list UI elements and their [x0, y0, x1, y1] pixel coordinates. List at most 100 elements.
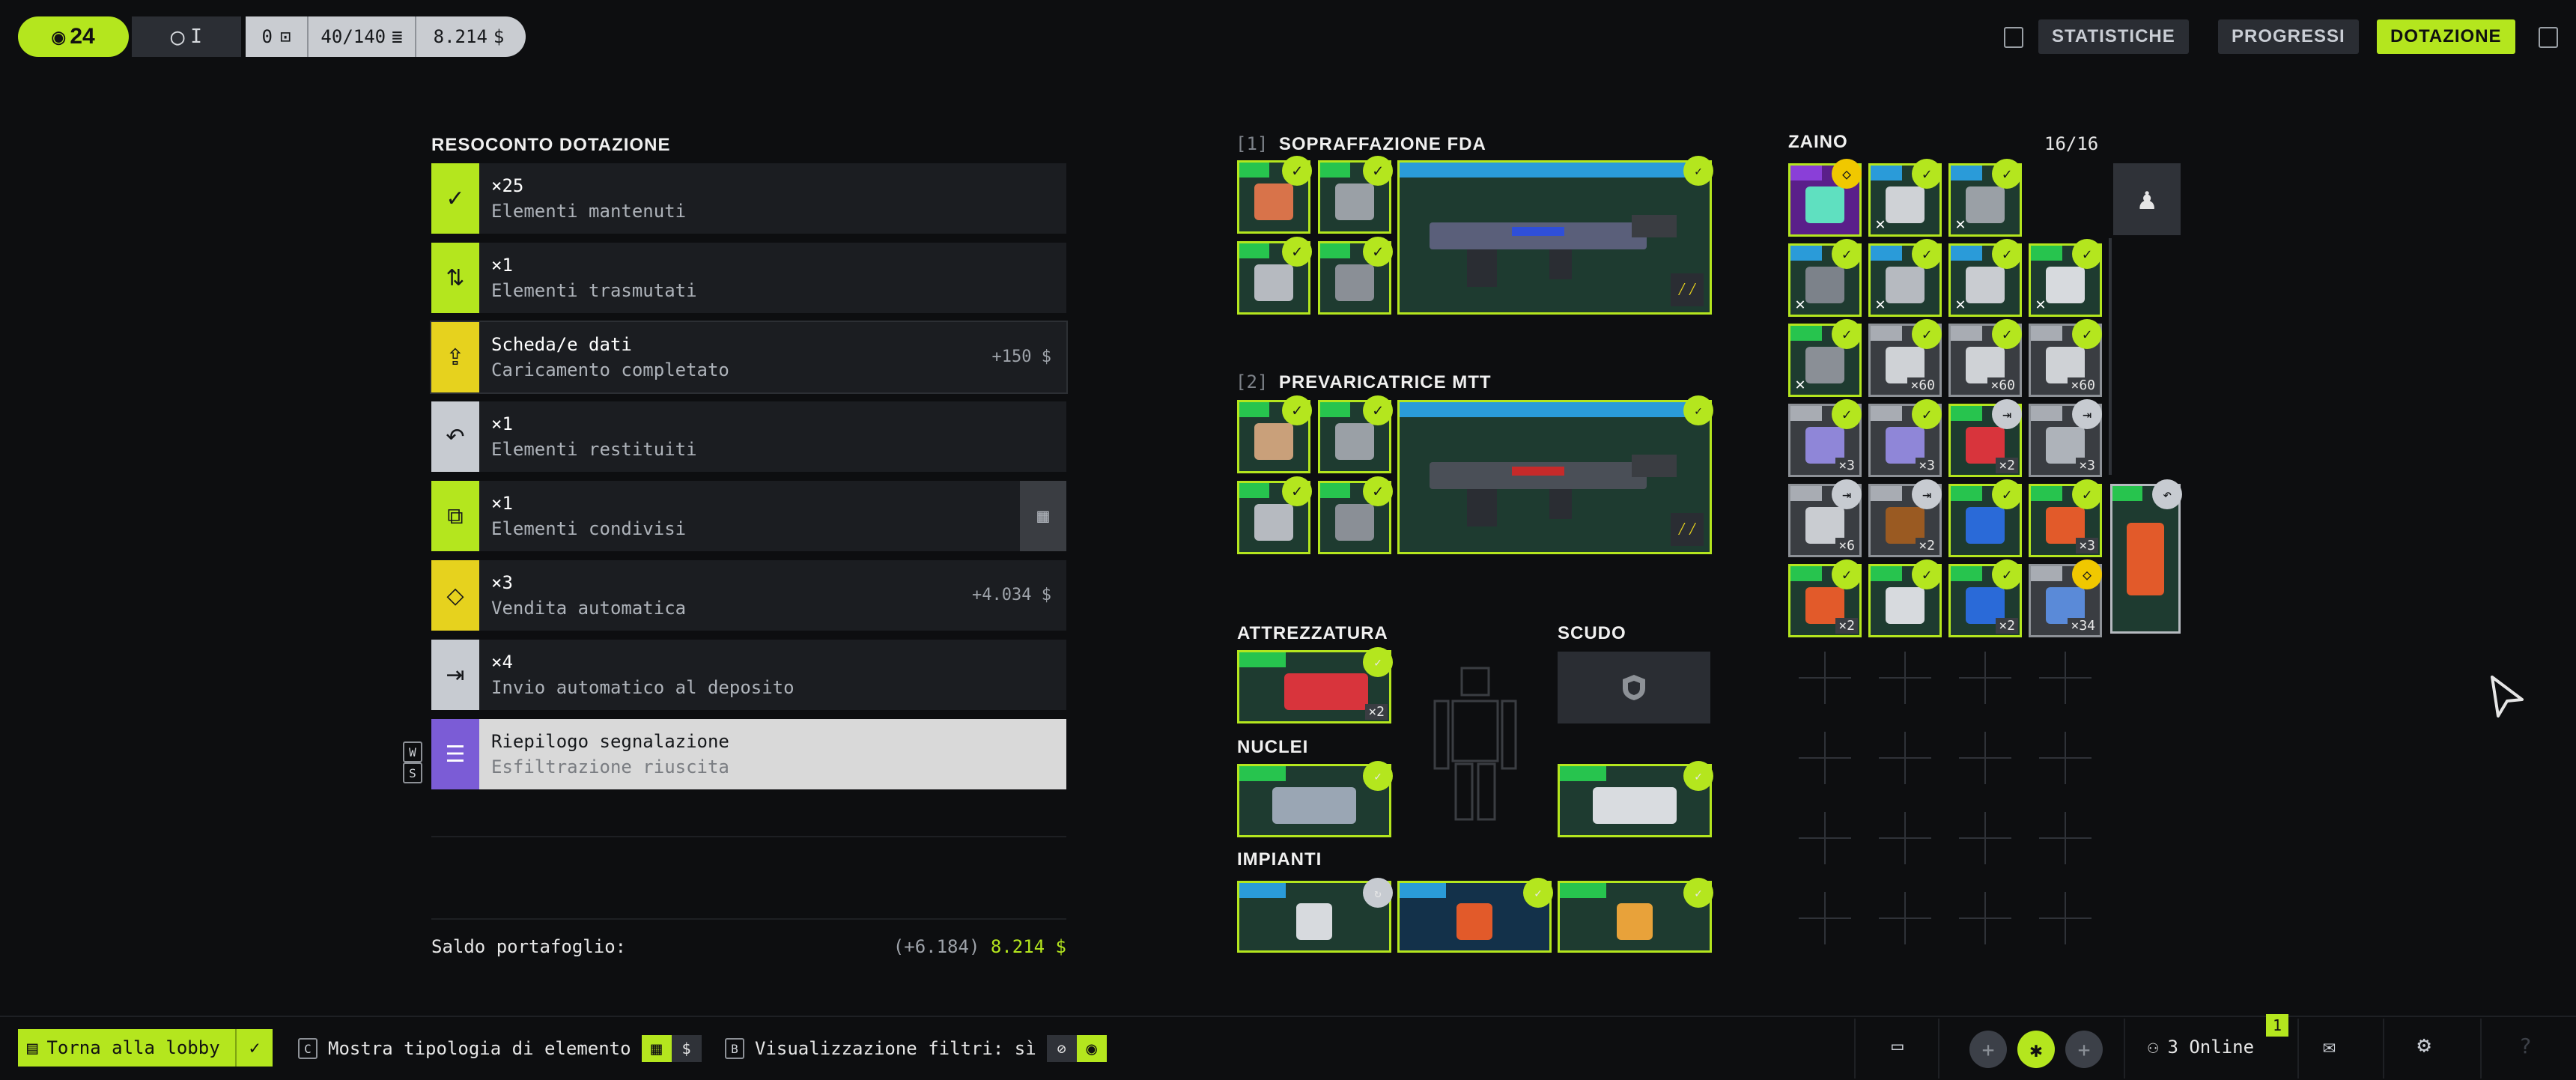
- empty-slot[interactable]: [1799, 812, 1851, 864]
- slot-strip: [1239, 483, 1270, 498]
- eye-off-icon[interactable]: ⊘: [1046, 1035, 1077, 1062]
- check-icon: ✓: [1363, 647, 1393, 677]
- empty-slot[interactable]: [1799, 652, 1851, 704]
- settings-gear-icon[interactable]: ⚙: [2417, 1032, 2431, 1058]
- grid-view-icon[interactable]: ▦: [641, 1035, 672, 1062]
- check-icon: ✓: [1363, 761, 1393, 791]
- share-grid-icon[interactable]: ▦: [1020, 481, 1066, 551]
- summary-row[interactable]: ◇ ×3 Vendita automatica +4.034 $: [431, 560, 1066, 631]
- check-icon: ✓: [2072, 479, 2102, 509]
- resource-pill: 0 ⊡ 40/140 ≣ 8.214 $: [246, 16, 526, 57]
- summary-row-text: Riepilogo segnalazione Esfiltrazione rius…: [479, 719, 1066, 789]
- slot-strip: [1239, 766, 1286, 781]
- summary-row[interactable]: ☰ Riepilogo segnalazione Esfiltrazione riu…: [431, 719, 1066, 789]
- inspect-key-icon[interactable]: [2004, 27, 2023, 48]
- slot-strip: [1951, 246, 1983, 261]
- chat-icon[interactable]: ▭: [1892, 1035, 1904, 1058]
- item-type-toggle[interactable]: C Mostra tipologia di elemento ▦ $: [298, 1035, 702, 1062]
- slot-strip: [1871, 166, 1903, 180]
- add-slot-right-icon[interactable]: +: [2065, 1031, 2103, 1068]
- slot-strip: [1239, 163, 1270, 178]
- eye-icon[interactable]: ◉: [1076, 1035, 1107, 1062]
- weapon-2-index: [2]: [1236, 371, 1269, 392]
- wallet-change: (+6.184): [893, 936, 980, 957]
- empty-slot[interactable]: [1799, 892, 1851, 944]
- item-icon: [1886, 186, 1925, 224]
- empty-slot[interactable]: [1959, 892, 2011, 944]
- empty-slot[interactable]: [2039, 732, 2092, 784]
- empty-slot[interactable]: [1879, 732, 1931, 784]
- slot-strip: [1400, 402, 1710, 417]
- slot-strip: [2031, 486, 2063, 501]
- summary-row-text: ×1 Elementi trasmutati: [479, 243, 1066, 313]
- summary-row[interactable]: ↶ ×1 Elementi restituiti: [431, 401, 1066, 472]
- empty-slot[interactable]: [1959, 812, 2011, 864]
- slot-strip: [1951, 566, 1983, 581]
- empty-slot[interactable]: [1879, 652, 1931, 704]
- rank-badge[interactable]: ◯ I: [132, 16, 241, 57]
- filter-toggle[interactable]: B Visualizzazione filtri: sì ⊘ ◉: [725, 1035, 1107, 1062]
- check-icon: ✓: [2072, 239, 2102, 269]
- key-b: B: [725, 1038, 744, 1059]
- item-quantity: ×2: [1835, 618, 1858, 634]
- credit-view-icon[interactable]: $: [671, 1035, 702, 1062]
- character-icon: ♟: [2137, 182, 2157, 216]
- item-icon: [1805, 186, 1844, 224]
- empty-slot[interactable]: [1959, 652, 2011, 704]
- weapon-2-main-slot[interactable]: ⁄⁄: [1397, 400, 1712, 554]
- check-icon: ✓: [1683, 761, 1713, 791]
- bottom-separator: [2480, 1019, 2482, 1079]
- squad-avatar[interactable]: ✱: [2017, 1031, 2055, 1068]
- backpack-scrollbar[interactable]: [2109, 238, 2112, 475]
- level-value: 24: [70, 24, 95, 49]
- summary-quantity: Riepilogo segnalazione: [491, 731, 729, 752]
- item-icon: [1886, 266, 1925, 304]
- empty-slot[interactable]: [1799, 732, 1851, 784]
- next-key-icon[interactable]: [2539, 27, 2558, 48]
- item-icon: [1966, 186, 2005, 224]
- empty-slot[interactable]: [2039, 892, 2092, 944]
- attachment-icon: [1254, 264, 1293, 302]
- character-slot[interactable]: ♟: [2113, 163, 2181, 235]
- weapon-2-name: PREVARICATRICE MTT: [1278, 372, 1492, 392]
- bottom-separator: [2124, 1019, 2125, 1079]
- slot-strip: [1790, 326, 1823, 341]
- empty-slot[interactable]: [1879, 812, 1931, 864]
- item-icon: [1966, 266, 2005, 304]
- summary-row[interactable]: ⇥ ×4 Invio automatico al deposito: [431, 640, 1066, 710]
- item-icon: [1805, 266, 1844, 304]
- summary-row[interactable]: ⇪ Scheda/e dati Caricamento completato +150…: [430, 321, 1068, 394]
- remove-mark-icon: ✕: [1875, 215, 1886, 234]
- tab-statistics[interactable]: STATISTICHE: [2038, 19, 2189, 54]
- weapon-1-main-slot[interactable]: ⁄⁄: [1397, 160, 1712, 315]
- ammo-icon: ⁄⁄: [1671, 513, 1704, 546]
- summary-quantity: ×25: [491, 175, 524, 196]
- wallet-label: Saldo portafoglio:: [431, 936, 627, 957]
- lobby-button[interactable]: ▤ Torna alla lobby ✓: [18, 1029, 273, 1067]
- item-icon: [1966, 506, 2005, 544]
- shield-slot[interactable]: [1558, 652, 1710, 723]
- slot-strip: [1871, 246, 1903, 261]
- summary-row[interactable]: ⧉ ×1 Elementi condivisi ▦: [431, 481, 1066, 551]
- tab-loadout[interactable]: DOTAZIONE: [2377, 19, 2515, 54]
- help-icon[interactable]: ?: [2519, 1034, 2532, 1058]
- summary-label: Elementi mantenuti: [491, 201, 687, 222]
- lobby-label: Torna alla lobby: [46, 1037, 220, 1058]
- tab-progress[interactable]: PROGRESSI: [2218, 19, 2359, 54]
- check-icon: ✓: [1832, 559, 1862, 589]
- attachment-icon: [1254, 183, 1293, 221]
- level-badge[interactable]: ◉ 24: [18, 16, 129, 57]
- empty-slot[interactable]: [2039, 812, 2092, 864]
- summary-row[interactable]: ⇅ ×1 Elementi trasmutati: [431, 243, 1066, 313]
- mail-icon[interactable]: ✉: [2323, 1034, 2336, 1058]
- add-slot-left-icon[interactable]: +: [1969, 1031, 2007, 1068]
- empty-slot[interactable]: [1959, 732, 2011, 784]
- online-friends[interactable]: ⚇ 3 Online: [2148, 1037, 2254, 1058]
- empty-slot[interactable]: [1879, 892, 1931, 944]
- slot-strip: [1871, 486, 1903, 501]
- empty-slot[interactable]: [2039, 652, 2092, 704]
- slot-strip: [1320, 483, 1351, 498]
- lobby-icon: ▤: [27, 1037, 38, 1058]
- capacity: 40/140 ≣: [309, 16, 416, 57]
- summary-row[interactable]: ✓ ×25 Elementi mantenuti: [431, 163, 1066, 234]
